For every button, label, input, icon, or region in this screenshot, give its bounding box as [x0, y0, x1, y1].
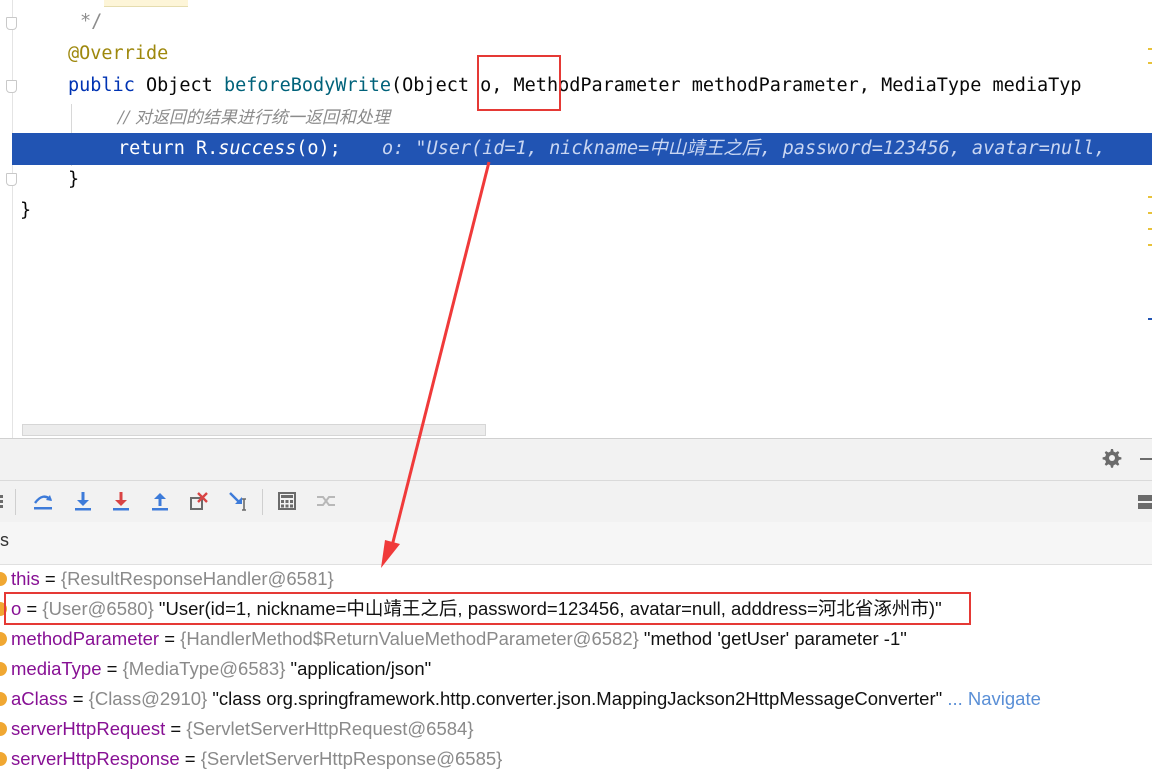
- annotation-arrow: [381, 161, 491, 568]
